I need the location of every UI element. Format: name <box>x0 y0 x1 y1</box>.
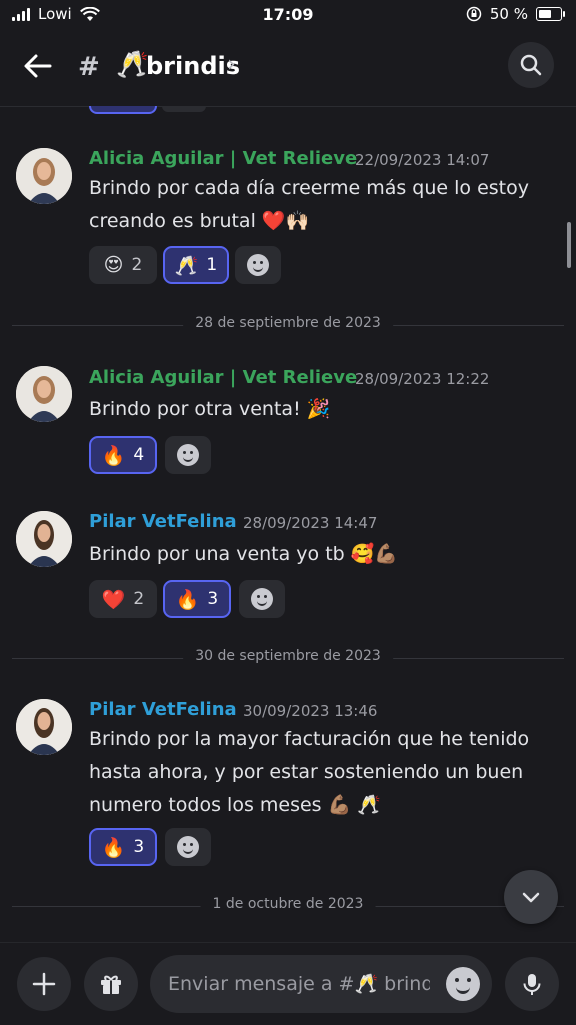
timestamp: 30/09/2023 13:46 <box>243 702 378 720</box>
avatar[interactable] <box>16 148 72 204</box>
message-text: Brindo por la mayor facturación que he t… <box>89 728 530 816</box>
date-divider: 30 de septiembre de 2023 <box>12 648 564 668</box>
channel-name[interactable]: brindis <box>146 52 240 80</box>
plus-icon <box>32 972 56 996</box>
jump-to-bottom-button[interactable] <box>504 870 558 924</box>
back-button[interactable] <box>22 50 54 82</box>
reaction-emoji: 😍 <box>103 254 124 276</box>
emoji-icon[interactable] <box>446 967 480 1001</box>
date-divider: 1 de octubre de 2023 <box>12 896 564 916</box>
reaction-selected[interactable]: 🔥 3 <box>89 828 157 866</box>
channel-hash-icon: # <box>78 52 100 82</box>
message: Pilar VetFelina 28/09/2023 14:47 Brindo … <box>0 511 576 621</box>
reaction-count: 2 <box>133 589 145 609</box>
add-reaction-icon <box>177 836 199 858</box>
add-attachment-button[interactable] <box>17 957 71 1011</box>
reaction-count: 3 <box>133 837 145 857</box>
clipped-reaction <box>89 106 157 114</box>
reaction-emoji: 🔥 <box>101 836 126 859</box>
message-text: Brindo por cada día creerme más que lo e… <box>89 177 529 232</box>
message: Pilar VetFelina 30/09/2023 13:46 Brindo … <box>0 699 576 869</box>
battery-percent: 50 % <box>489 5 528 23</box>
gift-button[interactable] <box>84 957 138 1011</box>
date-divider-label: 30 de septiembre de 2023 <box>183 648 393 664</box>
avatar[interactable] <box>16 699 72 755</box>
date-divider-label: 28 de septiembre de 2023 <box>183 315 393 331</box>
add-reaction-button[interactable] <box>235 246 281 284</box>
search-button[interactable] <box>508 42 554 88</box>
add-reaction-button[interactable] <box>165 436 211 474</box>
message-text: Brindo por una venta yo tb 🥰💪🏽 <box>89 543 399 565</box>
message-input[interactable] <box>168 955 430 1013</box>
message-composer <box>0 942 576 1025</box>
status-bar: Lowi 17:09 50 % <box>0 0 576 30</box>
author-name[interactable]: Alicia Aguilar | Vet Relieve <box>89 367 357 388</box>
author-name[interactable]: Alicia Aguilar | Vet Relieve <box>89 148 357 169</box>
message-input-container <box>150 955 492 1013</box>
message-text: Brindo por otra venta! 🎉 <box>89 398 331 420</box>
timestamp: 28/09/2023 12:22 <box>355 370 490 388</box>
reaction-selected[interactable]: 🔥 4 <box>89 436 157 474</box>
author-name[interactable]: Pilar VetFelina <box>89 511 237 532</box>
microphone-icon <box>523 974 541 995</box>
reaction-count: 1 <box>206 255 218 275</box>
reaction-selected[interactable]: 🥂 1 <box>163 246 229 284</box>
timestamp: 28/09/2023 14:47 <box>243 514 378 532</box>
avatar[interactable] <box>16 366 72 422</box>
channel-emoji: 🥂 <box>116 50 149 80</box>
add-reaction-button[interactable] <box>239 580 285 618</box>
back-arrow-icon <box>24 54 52 78</box>
add-reaction-icon <box>251 588 273 610</box>
add-reaction-button[interactable] <box>165 828 211 866</box>
add-reaction-icon <box>177 444 199 466</box>
reaction-emoji: 🔥 <box>101 444 126 467</box>
reaction-count: 3 <box>207 589 219 609</box>
author-name[interactable]: Pilar VetFelina <box>89 699 237 720</box>
channel-header: # 🥂 brindis › <box>0 30 576 107</box>
date-divider-label: 1 de octubre de 2023 <box>200 896 376 912</box>
timestamp: 22/09/2023 14:07 <box>355 151 490 169</box>
reaction-emoji: 🥂 <box>174 254 199 277</box>
reaction[interactable]: 😍 2 <box>89 246 157 284</box>
reaction-emoji: ❤️ <box>101 588 126 611</box>
orientation-lock-icon <box>466 6 482 22</box>
message: Alicia Aguilar | Vet Relieve 22/09/2023 … <box>0 148 576 298</box>
search-icon <box>520 54 542 76</box>
reaction[interactable]: ❤️ 2 <box>89 580 157 618</box>
avatar[interactable] <box>16 511 72 567</box>
chevron-right-icon[interactable]: › <box>227 52 236 77</box>
date-divider: 28 de septiembre de 2023 <box>12 315 564 335</box>
message: Alicia Aguilar | Vet Relieve 28/09/2023 … <box>0 366 576 476</box>
reaction-selected[interactable]: 🔥 3 <box>163 580 231 618</box>
chevron-down-icon <box>522 892 540 903</box>
gift-icon <box>101 975 121 994</box>
voice-message-button[interactable] <box>505 957 559 1011</box>
battery-icon <box>536 7 565 21</box>
add-reaction-icon <box>247 254 269 276</box>
clipped-add-reaction <box>162 106 206 112</box>
reaction-count: 2 <box>131 255 143 275</box>
reaction-emoji: 🔥 <box>175 588 200 611</box>
reaction-count: 4 <box>133 445 145 465</box>
